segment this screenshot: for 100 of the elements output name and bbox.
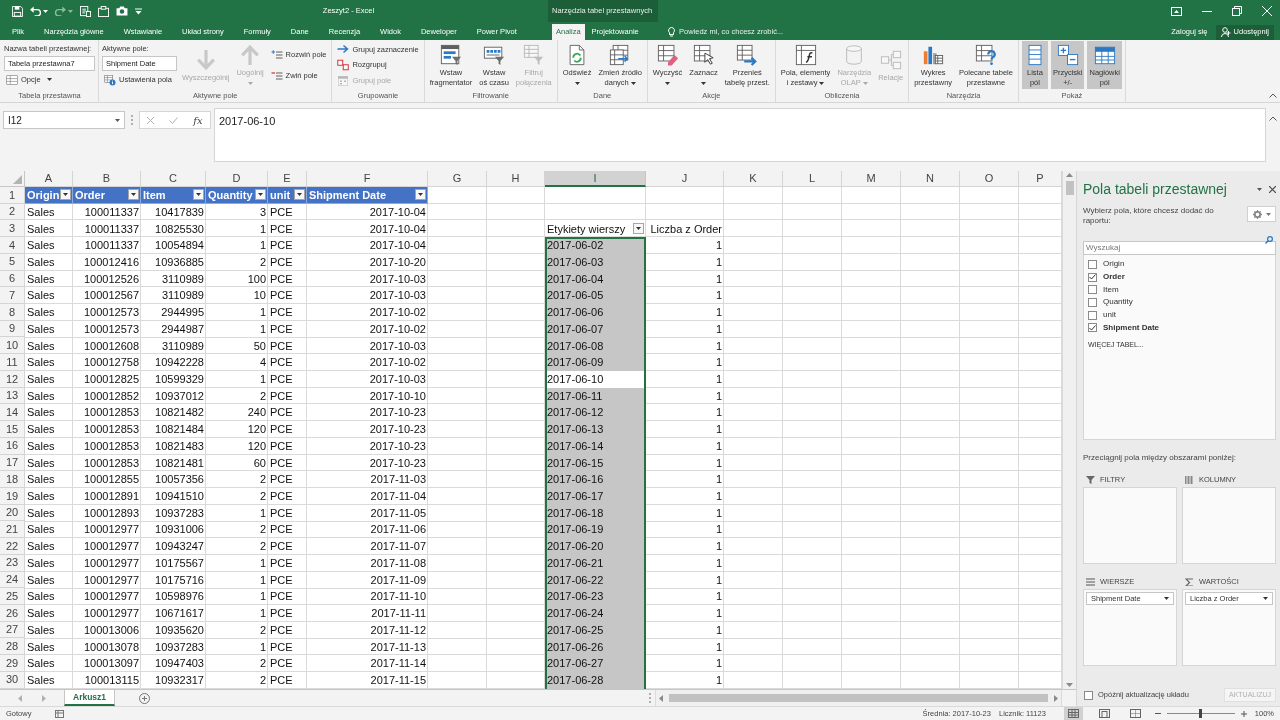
checkbox[interactable] — [1088, 272, 1097, 282]
settings-button[interactable] — [1247, 206, 1276, 222]
document-icon[interactable] — [80, 5, 91, 17]
checkbox[interactable] — [1088, 323, 1097, 333]
zoom-in-icon[interactable] — [1240, 710, 1247, 717]
row-number[interactable]: 28 — [0, 638, 25, 656]
filter-dropdown-icon[interactable] — [294, 189, 305, 201]
checkbox[interactable] — [1084, 690, 1093, 700]
macro-recording-icon[interactable] — [55, 709, 65, 718]
pivot-row-label: 2017-06-16 — [545, 471, 646, 488]
row-number[interactable]: 11 — [0, 354, 25, 371]
row-number[interactable]: 10 — [0, 337, 25, 355]
undo-icon[interactable] — [30, 6, 41, 16]
filter-dropdown-icon[interactable] — [128, 189, 139, 201]
column-header[interactable]: C — [141, 171, 206, 187]
checkbox[interactable] — [1088, 285, 1097, 295]
column-header[interactable]: E — [268, 171, 307, 187]
clipboard-icon[interactable] — [98, 5, 109, 17]
row-number[interactable]: 21 — [0, 521, 25, 539]
column-header[interactable]: L — [783, 171, 842, 187]
column-header[interactable]: D — [206, 171, 268, 187]
pivot-value: 1 — [714, 656, 723, 672]
camera-icon[interactable] — [116, 6, 128, 16]
caret-icon — [115, 118, 120, 122]
scroll-right-arrow-icon[interactable] — [1054, 694, 1058, 702]
minimize-icon[interactable] — [1202, 10, 1212, 12]
row-number[interactable]: 22 — [0, 538, 25, 555]
add-sheet-icon[interactable] — [139, 692, 151, 704]
column-title: Item — [143, 187, 166, 203]
column-title: unit — [270, 187, 291, 203]
checkbox[interactable] — [1088, 259, 1097, 269]
save-icon[interactable] — [12, 5, 23, 17]
filter-dropdown-icon[interactable] — [255, 189, 266, 201]
vertical-scrollbar[interactable] — [1062, 171, 1076, 689]
drag-handle-icon[interactable] — [131, 115, 133, 125]
column-header[interactable]: A — [25, 171, 73, 187]
row-number[interactable]: 29 — [0, 655, 25, 672]
column-header[interactable]: O — [960, 171, 1019, 187]
column-header[interactable]: M — [842, 171, 901, 187]
name-box[interactable]: I12 — [3, 111, 125, 129]
table-cell-text: PCE — [269, 455, 294, 471]
column-header[interactable]: H — [487, 171, 545, 187]
row-number[interactable]: 25 — [0, 588, 25, 605]
table-cell-text: 2017-10-02 — [368, 305, 427, 321]
column-header[interactable]: P — [1019, 171, 1062, 187]
table-cell-text: 10931006 — [154, 522, 205, 538]
filter-dropdown-icon[interactable] — [193, 189, 204, 201]
checkbox[interactable] — [1088, 310, 1097, 320]
column-header[interactable]: B — [73, 171, 141, 187]
row-number[interactable]: 14 — [0, 404, 25, 422]
search-icon[interactable] — [1265, 236, 1273, 244]
field-name[interactable]: unit — [1103, 309, 1116, 322]
column-header[interactable]: G — [428, 171, 487, 187]
customize-menu-icon[interactable] — [135, 7, 142, 15]
restore-icon[interactable] — [1232, 6, 1242, 16]
row-number[interactable]: 3 — [0, 220, 25, 238]
row-number[interactable]: 1 — [0, 187, 25, 204]
drag-handle-icon[interactable] — [649, 693, 651, 703]
field-name[interactable]: Quantity — [1103, 296, 1133, 309]
scrollbar-thumb[interactable] — [1065, 181, 1074, 195]
table-cell-text: 2017-10-02 — [368, 355, 427, 371]
column-header[interactable]: F — [307, 171, 428, 187]
check-icon[interactable] — [169, 116, 179, 124]
row-number[interactable]: 18 — [0, 471, 25, 488]
filter-dropdown-icon[interactable] — [633, 223, 644, 235]
ribbon-display-options-icon[interactable] — [1171, 6, 1182, 16]
field-name[interactable]: Shipment Date — [1103, 321, 1159, 334]
table-cell-text: PCE — [269, 555, 294, 571]
column-header[interactable]: J — [646, 171, 724, 187]
table-cell-text: PCE — [269, 238, 294, 254]
field-name[interactable]: Origin — [1103, 258, 1125, 271]
checkbox[interactable] — [1088, 297, 1097, 307]
scroll-left-arrow-icon[interactable] — [659, 694, 663, 702]
row-number[interactable]: 15 — [0, 421, 25, 438]
row-number[interactable]: 7 — [0, 287, 25, 305]
formula-field[interactable]: 2017-06-10 — [214, 108, 1266, 162]
filter-dropdown-icon[interactable] — [60, 189, 71, 201]
row-number[interactable]: 8 — [0, 304, 25, 321]
sheet-tab[interactable]: Arkusz1 — [64, 690, 116, 706]
redo-icon[interactable] — [55, 6, 66, 16]
row-number[interactable]: 4 — [0, 237, 25, 254]
grid-view-icon[interactable] — [1063, 707, 1083, 720]
search-field[interactable]: Wyszukaj — [1083, 240, 1276, 255]
insert-function-button[interactable]: fx — [193, 112, 203, 128]
scrollbar-thumb[interactable] — [669, 694, 1048, 702]
filter-dropdown-icon[interactable] — [415, 189, 426, 201]
collapse-formula-bar-icon[interactable] — [1269, 116, 1277, 121]
column-header[interactable]: I — [545, 171, 646, 187]
column-header[interactable]: N — [901, 171, 960, 187]
zoom-slider-thumb[interactable] — [1199, 709, 1203, 718]
horizontal-scrollbar[interactable] — [655, 690, 1062, 706]
pivot-header: Liczba z Order — [649, 221, 723, 237]
collapse-ribbon-icon[interactable] — [1269, 93, 1277, 98]
column-header[interactable]: K — [724, 171, 783, 187]
close-icon[interactable] — [1269, 186, 1276, 193]
scroll-up-arrow-icon[interactable] — [1066, 173, 1073, 177]
table-cell-text: 100013097 — [82, 656, 140, 672]
field-name[interactable]: Order — [1103, 271, 1125, 284]
scroll-down-arrow-icon[interactable] — [1066, 683, 1073, 687]
field-name[interactable]: Item — [1103, 283, 1119, 296]
